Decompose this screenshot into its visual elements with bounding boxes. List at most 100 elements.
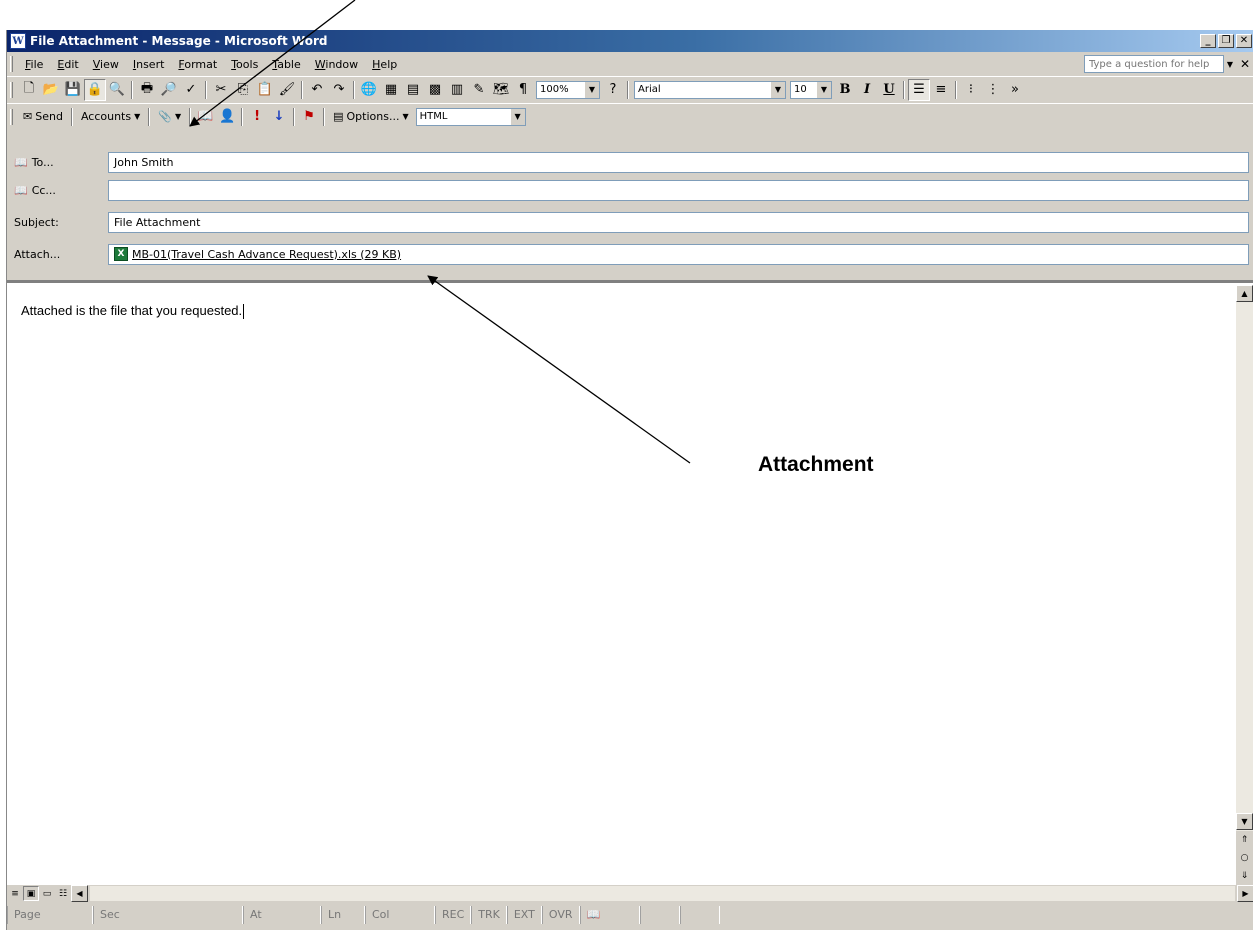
- font-size-dropdown-icon[interactable]: ▼: [817, 81, 831, 98]
- italic-button[interactable]: I: [856, 79, 878, 101]
- print-preview-icon[interactable]: 🔎: [158, 79, 180, 101]
- new-icon[interactable]: 🗋: [18, 79, 40, 101]
- status-empty-2: [679, 905, 720, 924]
- underline-button[interactable]: U: [878, 79, 900, 101]
- status-bar: Page Sec At Ln Col REC TRK EXT OVR 📖: [7, 903, 1253, 926]
- research-icon[interactable]: 🔍: [106, 79, 128, 101]
- show-hide-icon[interactable]: ¶: [512, 79, 534, 101]
- drawing-icon[interactable]: ✎: [468, 79, 490, 101]
- save-icon[interactable]: 💾: [62, 79, 84, 101]
- document-map-icon[interactable]: 🗺: [490, 79, 512, 101]
- low-importance-icon[interactable]: ↓: [268, 106, 290, 128]
- print-icon[interactable]: 🖶: [136, 79, 158, 101]
- message-body[interactable]: Attached is the file that you requested.: [7, 280, 1253, 885]
- minimize-button[interactable]: _: [1200, 34, 1216, 48]
- check-names-icon[interactable]: 👤: [216, 106, 238, 128]
- help-search-input[interactable]: [1083, 55, 1224, 73]
- hyperlink-icon[interactable]: 🌐: [358, 79, 380, 101]
- options-button[interactable]: ▤ Options... ▼: [328, 110, 414, 123]
- normal-view-icon[interactable]: ≡: [7, 886, 23, 901]
- high-importance-icon[interactable]: !: [246, 106, 268, 128]
- menu-help[interactable]: Help: [365, 56, 404, 73]
- to-button[interactable]: 📖 To...: [7, 156, 103, 169]
- undo-icon[interactable]: ↶: [306, 79, 328, 101]
- toolbar-grip[interactable]: [10, 108, 13, 125]
- menu-file[interactable]: File: [18, 56, 50, 73]
- font-dropdown-icon[interactable]: ▼: [771, 81, 785, 98]
- text-caret: [243, 304, 245, 320]
- status-rec[interactable]: REC: [435, 905, 472, 924]
- numbering-icon[interactable]: ⁝: [960, 79, 982, 101]
- menu-table[interactable]: Table: [265, 56, 307, 73]
- menu-view[interactable]: View: [86, 56, 126, 73]
- insert-file-button[interactable]: 📎 ▼: [153, 110, 186, 123]
- menu-insert[interactable]: Insert: [126, 56, 172, 73]
- menu-tools[interactable]: Tools: [224, 56, 265, 73]
- cc-button[interactable]: 📖 Cc...: [7, 184, 103, 197]
- permission-icon[interactable]: 🔒: [84, 78, 106, 101]
- bullets-icon[interactable]: ⋮: [982, 79, 1004, 101]
- scroll-right-icon[interactable]: ▶: [1237, 885, 1253, 902]
- scroll-up-icon[interactable]: ▲: [1236, 285, 1253, 302]
- close-button[interactable]: ✕: [1236, 34, 1252, 48]
- close-document-icon[interactable]: ✕: [1240, 57, 1250, 71]
- accounts-button[interactable]: Accounts ▼: [76, 110, 145, 123]
- vertical-scrollbar[interactable]: ▲ ▼: [1236, 285, 1253, 885]
- status-ext[interactable]: EXT: [506, 905, 542, 924]
- send-button[interactable]: ✉ Send: [18, 110, 68, 123]
- follow-up-flag-icon[interactable]: ⚑: [298, 106, 320, 128]
- align-center-icon[interactable]: ≡: [930, 79, 952, 101]
- help-icon[interactable]: ?: [602, 79, 624, 101]
- zoom-value: 100%: [540, 84, 569, 95]
- columns-icon[interactable]: ▥: [446, 79, 468, 101]
- horizontal-scrollbar[interactable]: [90, 886, 1235, 901]
- outline-view-icon[interactable]: ☷: [55, 886, 71, 901]
- previous-page-icon[interactable]: ⇑: [1241, 835, 1249, 845]
- format-painter-icon[interactable]: 🖌: [276, 79, 298, 101]
- address-book-icon[interactable]: 📖: [194, 106, 216, 128]
- attach-field[interactable]: X MB-01(Travel Cash Advance Request).xls…: [108, 243, 1249, 265]
- title-bar[interactable]: W File Attachment - Message - Microsoft …: [7, 30, 1253, 52]
- separator: [241, 107, 244, 126]
- insert-table-icon[interactable]: ▤: [402, 79, 424, 101]
- redo-icon[interactable]: ↷: [328, 79, 350, 101]
- print-layout-view-icon[interactable]: ▭: [39, 886, 55, 901]
- maximize-button[interactable]: ❐: [1218, 34, 1234, 48]
- menu-edit[interactable]: Edit: [50, 56, 85, 73]
- open-icon[interactable]: 📂: [40, 79, 62, 101]
- select-browse-object-icon[interactable]: ○: [1241, 853, 1249, 863]
- subject-field[interactable]: File Attachment: [108, 211, 1249, 233]
- copy-icon[interactable]: ⎘: [232, 79, 254, 101]
- message-format-select[interactable]: HTML ▼: [415, 107, 526, 126]
- zoom-select[interactable]: 100% ▼: [536, 80, 600, 99]
- attach-button[interactable]: Attach...: [7, 248, 103, 261]
- insert-excel-icon[interactable]: ▩: [424, 79, 446, 101]
- tables-borders-icon[interactable]: ▦: [380, 79, 402, 101]
- status-ovr[interactable]: OVR: [541, 905, 580, 924]
- cc-field[interactable]: [108, 179, 1249, 201]
- attachment-link[interactable]: MB-01(Travel Cash Advance Request).xls (…: [132, 248, 401, 261]
- spelling-icon[interactable]: ✓: [180, 79, 202, 101]
- font-name-select[interactable]: Arial ▼: [634, 80, 786, 99]
- cut-icon[interactable]: ✂: [210, 79, 232, 101]
- help-dropdown-icon[interactable]: ▼: [1224, 60, 1236, 69]
- menu-window[interactable]: Window: [308, 56, 365, 73]
- bold-button[interactable]: B: [834, 79, 856, 101]
- toolbar-grip[interactable]: [10, 81, 13, 98]
- body-text[interactable]: Attached is the file that you requested.: [21, 303, 245, 320]
- font-size-select[interactable]: 10 ▼: [790, 80, 832, 99]
- format-dropdown-icon[interactable]: ▼: [510, 108, 525, 125]
- paste-icon[interactable]: 📋: [254, 79, 276, 101]
- web-layout-view-icon[interactable]: ▣: [23, 886, 39, 901]
- align-left-icon[interactable]: ☰: [908, 78, 930, 101]
- scroll-left-icon[interactable]: ◀: [71, 885, 88, 902]
- menubar-grip[interactable]: [10, 56, 13, 72]
- scroll-down-icon[interactable]: ▼: [1236, 813, 1253, 830]
- zoom-dropdown-icon[interactable]: ▼: [585, 81, 599, 98]
- toolbar-options-icon[interactable]: »: [1004, 79, 1026, 101]
- to-field[interactable]: John Smith: [108, 151, 1249, 173]
- spelling-status-icon[interactable]: 📖: [579, 905, 640, 924]
- menu-format[interactable]: Format: [171, 56, 224, 73]
- status-trk[interactable]: TRK: [471, 905, 507, 924]
- next-page-icon[interactable]: ⇓: [1241, 871, 1249, 881]
